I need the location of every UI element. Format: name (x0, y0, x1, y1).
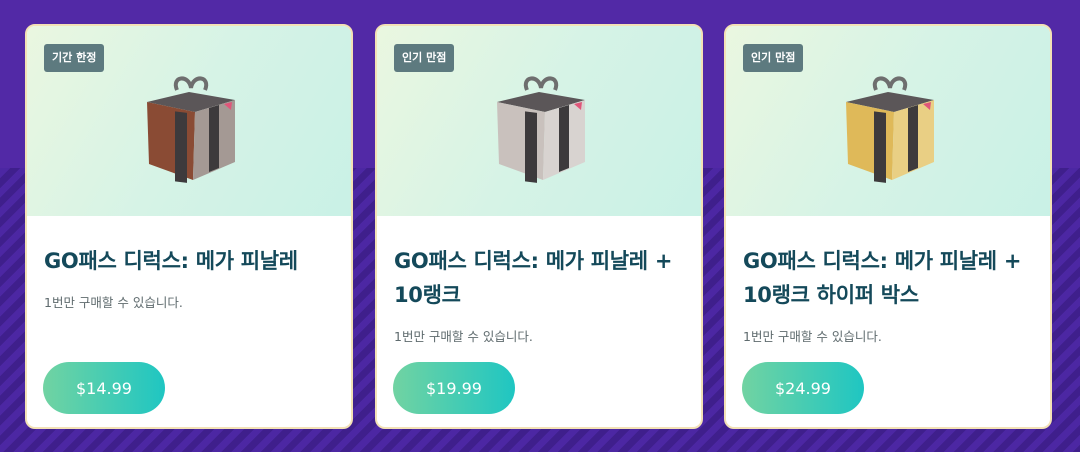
box-face-left (846, 102, 894, 180)
card-hero: 기간 한정 (27, 26, 351, 216)
card-hero: 인기 만점 (377, 26, 701, 216)
offer-badge: 인기 만점 (743, 44, 804, 72)
purchase-limit-text: 1번만 구매할 수 있습니다. (44, 295, 183, 310)
gift-box-silver-icon (497, 76, 585, 183)
card-hero: 인기 만점 (726, 26, 1050, 216)
gift-box-bronze-icon (147, 76, 235, 183)
buy-button[interactable]: $19.99 (393, 362, 515, 414)
offer-badge: 인기 만점 (394, 44, 455, 72)
purchase-limit-text: 1번만 구매할 수 있습니다. (394, 329, 533, 344)
purchase-limit-text: 1번만 구매할 수 있습니다. (743, 329, 882, 344)
gift-box-gold-icon (846, 76, 934, 183)
offer-card: 인기 만점 GO패스 디럭스: 메가 피날레 + 10랭크 1번만 구매할 수 … (375, 24, 703, 429)
offer-card: 인기 만점 GO패스 디럭스: 메가 피날레 + 10랭크 하이퍼 박스 1번만… (724, 24, 1052, 429)
buy-button[interactable]: $24.99 (742, 362, 864, 414)
offer-title: GO패스 디럭스: 메가 피날레 + 10랭크 하이퍼 박스 (743, 249, 1022, 307)
offer-title: GO패스 디럭스: 메가 피날레 + 10랭크 (394, 249, 673, 307)
offer-title: GO패스 디럭스: 메가 피날레 (44, 249, 298, 273)
box-face-left (497, 102, 545, 180)
offer-badge: 기간 한정 (44, 44, 105, 72)
box-face-left (147, 102, 195, 180)
offer-card: 기간 한정 GO패스 디럭스: 메가 피날레 1번만 구매할 수 있습니다. $… (25, 24, 353, 429)
buy-button[interactable]: $14.99 (43, 362, 165, 414)
